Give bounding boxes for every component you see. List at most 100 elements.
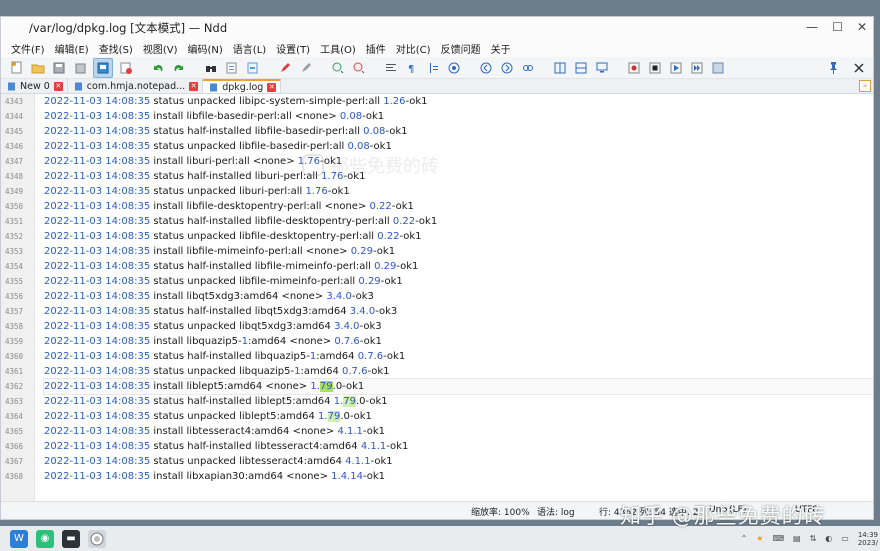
indent-guide-icon[interactable] xyxy=(425,60,441,76)
code-line[interactable]: 2022-11-03 14:08:35 status half-installe… xyxy=(44,304,873,319)
code-line[interactable]: 2022-11-03 14:08:35 install libfile-mime… xyxy=(44,244,873,259)
play-macro-icon[interactable] xyxy=(668,60,684,76)
stop-macro-icon[interactable] xyxy=(647,60,663,76)
menu-encoding[interactable]: 编码(N) xyxy=(188,41,223,56)
open-folder-icon[interactable] xyxy=(30,60,46,76)
record-macro-icon[interactable] xyxy=(626,60,642,76)
code-line[interactable]: 2022-11-03 14:08:35 status unpacked libf… xyxy=(44,139,873,154)
line-number: 4346 xyxy=(5,142,24,151)
code-line[interactable]: 2022-11-03 14:08:35 status unpacked libi… xyxy=(44,94,873,109)
code-line[interactable]: 2022-11-03 14:08:35 install libtesseract… xyxy=(44,424,873,439)
save-macro-icon[interactable] xyxy=(710,60,726,76)
code-line[interactable]: 2022-11-03 14:08:35 status half-installe… xyxy=(44,214,873,229)
menu-about[interactable]: 关于 xyxy=(491,41,511,56)
prev-icon[interactable] xyxy=(478,60,494,76)
maximize-button[interactable]: ☐ xyxy=(832,20,843,34)
code-line[interactable]: 2022-11-03 14:08:35 install libxapian30:… xyxy=(44,469,873,484)
next-icon[interactable] xyxy=(499,60,515,76)
menu-plugins[interactable]: 插件 xyxy=(366,41,386,56)
title-bar[interactable]: /var/log/dpkg.log [文本模式] — Ndd — ☐ ✕ xyxy=(1,17,873,39)
zoom-out-icon[interactable] xyxy=(351,60,367,76)
terminal-icon[interactable]: ▬ xyxy=(62,529,80,548)
text-editor[interactable]: 4343 4344 4345 4346 4347 4348 4349 4350 4351 4352… xyxy=(1,94,873,501)
find-icon[interactable] xyxy=(203,60,219,76)
find-in-files-icon[interactable] xyxy=(224,60,240,76)
run-multiple-icon[interactable] xyxy=(689,60,705,76)
menu-tools[interactable]: 工具(O) xyxy=(320,41,356,56)
code-line[interactable]: 2022-11-03 14:08:35 install liburi-perl:… xyxy=(44,154,873,169)
version-number: 4.1.1 xyxy=(345,456,371,467)
new-file-icon[interactable] xyxy=(9,60,25,76)
tab-close-icon[interactable]: ✕ xyxy=(189,81,199,91)
syntax-language[interactable]: 语法: log xyxy=(537,505,575,518)
link-icon[interactable] xyxy=(520,60,536,76)
minimize-button[interactable]: — xyxy=(806,20,818,34)
show-symbols-icon[interactable]: ¶ xyxy=(404,60,420,76)
pin-icon[interactable] xyxy=(825,60,841,76)
log-text: .0-ok1 xyxy=(355,396,388,407)
replace-icon[interactable] xyxy=(245,60,261,76)
menu-settings[interactable]: 设置(T) xyxy=(276,41,310,56)
word-wrap-icon[interactable] xyxy=(383,60,399,76)
arrow-up-icon[interactable]: ⌃ xyxy=(741,534,748,543)
code-line[interactable]: 2022-11-03 14:08:35 status unpacked libf… xyxy=(44,274,873,289)
tab-close-icon[interactable]: ✕ xyxy=(53,81,63,91)
zoom-in-icon[interactable] xyxy=(330,60,346,76)
monitor-icon[interactable] xyxy=(594,60,610,76)
code-line[interactable]: 2022-11-03 14:08:35 status half-installe… xyxy=(44,394,873,409)
code-line[interactable]: 2022-11-03 14:08:35 status half-installe… xyxy=(44,124,873,139)
tab-new-0[interactable]: New 0 ✕ xyxy=(1,79,68,93)
target-icon[interactable] xyxy=(446,60,462,76)
keyboard-icon[interactable]: ⌨ xyxy=(772,534,784,543)
close-button[interactable]: ✕ xyxy=(857,20,867,34)
code-line[interactable]: 2022-11-03 14:08:35 install libfile-base… xyxy=(44,109,873,124)
tab-notepad-config[interactable]: com.hmja.notepad... ✕ xyxy=(68,79,204,93)
save-all-icon[interactable] xyxy=(72,60,88,76)
compare-icon[interactable] xyxy=(552,60,568,76)
menu-language[interactable]: 语言(L) xyxy=(233,41,266,56)
chat-app-icon[interactable]: ◉ xyxy=(36,529,54,548)
undo-icon[interactable] xyxy=(150,60,166,76)
system-clock[interactable]: 14:39 2023/ xyxy=(858,531,878,547)
menu-search[interactable]: 查找(S) xyxy=(99,41,133,56)
menu-file[interactable]: 文件(F) xyxy=(11,41,45,56)
code-line[interactable]: 2022-11-03 14:08:35 status half-installe… xyxy=(44,259,873,274)
code-line[interactable]: 2022-11-03 14:08:35 status unpacked libq… xyxy=(44,319,873,334)
code-line[interactable]: 2022-11-03 14:08:35 status half-installe… xyxy=(44,169,873,184)
code-line[interactable]: 2022-11-03 14:08:35 status unpacked libq… xyxy=(44,364,873,379)
code-line[interactable]: 2022-11-03 14:08:35 status unpacked libl… xyxy=(44,409,873,424)
code-line[interactable]: 2022-11-03 14:08:35 install liblept5:amd… xyxy=(43,378,873,395)
star-icon[interactable]: ★ xyxy=(756,534,763,543)
save-icon[interactable] xyxy=(51,60,67,76)
menu-compare[interactable]: 对比(C) xyxy=(396,41,431,56)
code-line[interactable]: 2022-11-03 14:08:35 install libquazip5-1… xyxy=(44,334,873,349)
code-line[interactable]: 2022-11-03 14:08:35 install libqt5xdg3:a… xyxy=(44,289,873,304)
code-line[interactable]: 2022-11-03 14:08:35 status unpacked libt… xyxy=(44,454,873,469)
code-line[interactable]: 2022-11-03 14:08:35 status unpacked libf… xyxy=(44,229,873,244)
tab-close-icon[interactable]: ✕ xyxy=(267,82,277,92)
menu-view[interactable]: 视图(V) xyxy=(143,41,178,56)
code-line[interactable]: 2022-11-03 14:08:35 install libfile-desk… xyxy=(44,199,873,214)
tab-list-chevron-icon[interactable]: » xyxy=(859,80,871,92)
battery-icon[interactable]: ▭ xyxy=(841,534,849,543)
clear-marker-icon[interactable] xyxy=(298,60,314,76)
close-file-icon[interactable] xyxy=(118,60,134,76)
timestamp: 2022-11-03 14:08:35 xyxy=(44,396,151,407)
notepad-app-icon[interactable] xyxy=(88,529,106,548)
menu-feedback[interactable]: 反馈问题 xyxy=(441,41,481,56)
code-line[interactable]: 2022-11-03 14:08:35 status unpacked libu… xyxy=(44,184,873,199)
network-icon[interactable]: ⇅ xyxy=(810,534,817,543)
launcher-icon[interactable]: W xyxy=(10,529,28,548)
marker-red-icon[interactable] xyxy=(277,60,293,76)
menu-edit[interactable]: 编辑(E) xyxy=(55,41,89,56)
redo-icon[interactable] xyxy=(171,60,187,76)
clipboard-icon[interactable]: ▤ xyxy=(793,534,801,543)
split-view-icon[interactable] xyxy=(573,60,589,76)
text-mode-icon[interactable] xyxy=(93,57,113,78)
code-line[interactable]: 2022-11-03 14:08:35 status half-installe… xyxy=(44,439,873,454)
volume-icon[interactable]: ◐ xyxy=(825,534,832,543)
code-line[interactable]: 2022-11-03 14:08:35 status half-installe… xyxy=(44,349,873,364)
tab-dpkg-log[interactable]: dpkg.log ✕ xyxy=(203,79,282,93)
close-panel-icon[interactable] xyxy=(851,60,867,76)
code-area[interactable]: 2022-11-03 14:08:35 status unpacked libi… xyxy=(35,94,873,501)
